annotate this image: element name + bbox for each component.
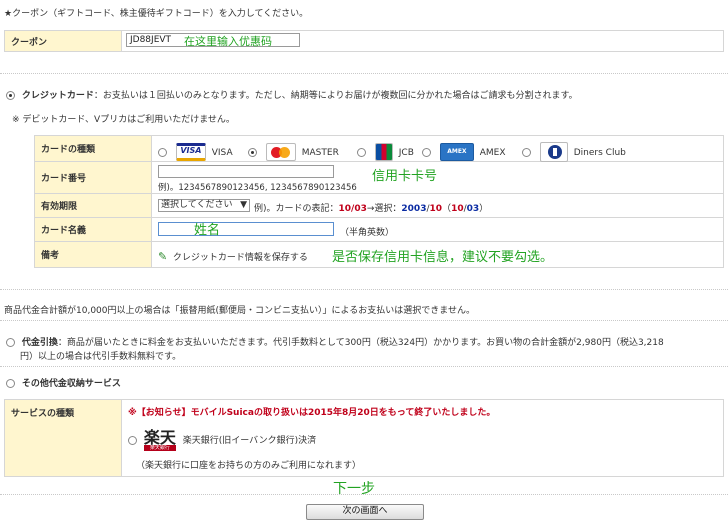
suica-notice: ※【お知らせ】モバイルSuicaの取り扱いは2015年8月20日をもって終了いた… — [128, 408, 496, 418]
divider — [0, 366, 728, 367]
card-table: カードの種類 VISA VISA MASTER JCB AMEX AMEX Di… — [34, 135, 724, 268]
rakuten-radio[interactable] — [128, 436, 137, 445]
expiry-example-paren-year: 03 — [466, 204, 480, 214]
notice-10000: 商品代金合計額が10,000円以上の場合は「振替用紙(郵便局・コンビニ支払い）」… — [4, 306, 475, 316]
service-label: サービスの種類 — [4, 399, 122, 477]
save-card-option[interactable]: ✎ クレジットカード情報を保存する — [158, 250, 308, 263]
next-button-label: 次の画面へ — [342, 506, 388, 516]
expiry-example-card: 10/03 — [338, 204, 367, 214]
cod-title: 代金引換 — [21, 338, 58, 348]
amex-label: AMEX — [479, 147, 506, 158]
expiry-label: 有効期限 — [34, 193, 152, 218]
amex-logo-icon: AMEX — [439, 143, 474, 161]
expiry-example-prefix: 例)。カードの表記： — [254, 204, 339, 214]
rakuten-option[interactable]: 楽天 楽天銀行 楽天銀行(旧イーバンク銀行)決済 — [128, 430, 316, 451]
divider — [0, 494, 728, 495]
brand-master[interactable]: MASTER — [248, 143, 339, 161]
brand-amex[interactable]: AMEX AMEX — [422, 143, 506, 161]
diners-logo-icon — [539, 142, 568, 162]
master-label: MASTER — [301, 147, 339, 158]
divider — [0, 289, 728, 290]
divider — [0, 320, 728, 321]
checkmark-icon: ✎ — [158, 250, 168, 263]
card-number-input[interactable] — [158, 165, 334, 178]
expiry-example-paren-close: ） — [479, 204, 489, 214]
rakuten-logo-icon: 楽天 楽天銀行 — [143, 428, 176, 451]
coupon-table: クーポン JD88JEVT 在这里输入优惠码 — [4, 30, 724, 52]
expiry-select[interactable]: 選択してください ▼ — [158, 199, 250, 212]
rakuten-note: （楽天銀行に口座をお持ちの方のみご利用になれます） — [136, 461, 362, 471]
card-type-label: カードの種類 — [34, 135, 152, 162]
diners-radio[interactable] — [522, 147, 531, 157]
jcb-label: JCB — [398, 147, 414, 158]
master-radio[interactable] — [248, 147, 257, 157]
card-name-annotation: 姓名 — [194, 223, 221, 238]
service-table: サービスの種類 ※【お知らせ】モバイルSuicaの取り扱いは2015年8月20日… — [4, 399, 724, 477]
card-name-hint: （半角英数） — [340, 228, 395, 238]
cod-radio[interactable] — [6, 338, 15, 347]
credit-title: クレジットカード — [21, 91, 94, 101]
save-card-label: クレジットカード情報を保存する — [172, 253, 308, 263]
expiry-example-paren-open: （ — [442, 204, 452, 214]
brand-visa[interactable]: VISA VISA — [158, 143, 233, 161]
card-number-example: 例)。1234567890123456, 1234567890123456 — [158, 183, 357, 193]
other-title: その他代金収納サービス — [21, 379, 121, 389]
expiry-example: 例)。カードの表記：10/03→選択：2003/10（10/03） — [254, 201, 488, 214]
visa-radio[interactable] — [158, 147, 167, 157]
credit-note: ※ デビットカード、Vプリカはご利用いただけません。 — [12, 115, 235, 125]
expiry-select-value: 選択してください — [161, 200, 233, 210]
expiry-example-arrow: →選択： — [366, 204, 402, 214]
cod-line2: 円）以上の場合は代引手数料無料です。 — [20, 352, 182, 362]
save-card-annotation: 是否保存信用卡信息，建议不要勾选。 — [332, 250, 554, 265]
cod-row: 代金引換：商品が届いたときに料金をお支払いいただきます。代引手数料として300円… — [6, 335, 664, 348]
amex-radio[interactable] — [422, 147, 431, 157]
cod-line1: ：商品が届いたときに料金をお支払いいただきます。代引手数料として300円（税込3… — [57, 338, 664, 348]
visa-label: VISA — [211, 147, 233, 158]
other-radio[interactable] — [6, 379, 15, 388]
card-name-label: カード名義 — [34, 217, 152, 242]
next-button[interactable]: 次の画面へ — [306, 504, 424, 520]
visa-logo-icon: VISA — [175, 143, 206, 161]
jcb-logo-icon — [374, 143, 393, 161]
coupon-intro: ★クーポン（ギフトコード、株主優待ギフトコード）を入力してください。 — [4, 9, 309, 19]
rakuten-logo-text: 楽天 — [143, 428, 176, 447]
mastercard-logo-icon — [265, 143, 296, 161]
expiry-example-month: 10 — [429, 204, 443, 214]
brand-jcb[interactable]: JCB — [357, 143, 414, 161]
coupon-annotation: 在这里输入优惠码 — [184, 35, 272, 48]
coupon-input-value: JD88JEVT — [130, 35, 172, 45]
credit-radio[interactable] — [6, 91, 15, 100]
expiry-example-year: 2003 — [401, 204, 427, 214]
remarks-label: 備考 — [34, 241, 152, 268]
other-row: その他代金収納サービス — [6, 376, 121, 389]
credit-radio-row: クレジットカード：お支払いは１回払いのみとなります。ただし、納期等によりお届けが… — [6, 88, 578, 101]
card-number-label: カード番号 — [34, 161, 152, 194]
jcb-radio[interactable] — [357, 147, 366, 157]
next-annotation: 下一步 — [333, 481, 375, 497]
expiry-example-paren-month: 10 — [451, 204, 464, 214]
divider — [0, 73, 728, 74]
brand-diners[interactable]: Diners Club — [522, 142, 626, 162]
coupon-label: クーポン — [4, 30, 122, 52]
card-number-annotation: 信用卡卡号 — [372, 169, 438, 184]
card-name-input[interactable] — [158, 222, 334, 236]
diners-label: Diners Club — [573, 147, 626, 158]
chevron-down-icon: ▼ — [240, 200, 247, 210]
rakuten-name: 楽天銀行(旧イーバンク銀行)決済 — [182, 436, 317, 446]
credit-description: ：お支払いは１回払いのみとなります。ただし、納期等によりお届けが複数回に分かれた… — [93, 91, 578, 101]
